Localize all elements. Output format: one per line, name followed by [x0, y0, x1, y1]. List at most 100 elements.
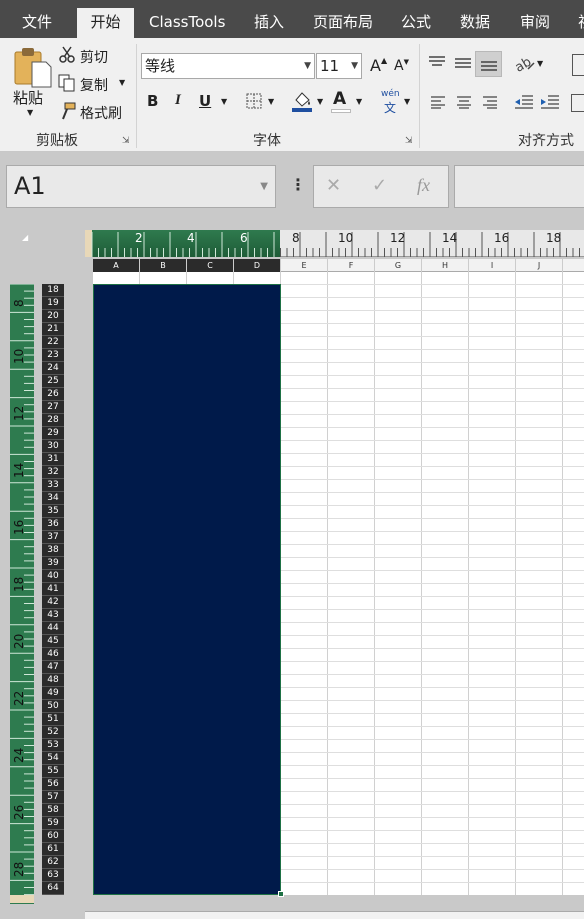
row-header[interactable]: 48 [42, 674, 64, 687]
format-painter-button[interactable]: 格式刷 [80, 103, 122, 123]
select-all-corner-icon[interactable]: ◢ [22, 233, 28, 242]
align-center-icon[interactable] [456, 95, 472, 109]
tab-view[interactable]: 视 [578, 8, 584, 38]
row-header[interactable]: 53 [42, 739, 64, 752]
row-header[interactable]: 43 [42, 609, 64, 622]
row-header[interactable]: 64 [42, 882, 64, 895]
grow-font-button[interactable]: A▲ [370, 56, 387, 75]
column-header[interactable]: E [281, 259, 328, 272]
align-left-icon[interactable] [430, 95, 446, 109]
row-header[interactable]: 21 [42, 323, 64, 336]
column-header[interactable]: G [375, 259, 422, 272]
row-header[interactable]: 44 [42, 622, 64, 635]
insert-function-icon[interactable]: fx [417, 175, 430, 196]
tab-formulas[interactable]: 公式 [401, 8, 431, 38]
row-header[interactable]: 54 [42, 752, 64, 765]
row-header[interactable]: 33 [42, 479, 64, 492]
underline-button[interactable]: U [199, 92, 211, 110]
row-header[interactable]: 50 [42, 700, 64, 713]
row-header[interactable]: 36 [42, 518, 64, 531]
row-header[interactable]: 45 [42, 635, 64, 648]
row-header[interactable]: 55 [42, 765, 64, 778]
column-header[interactable]: B [140, 259, 187, 272]
row-header[interactable]: 27 [42, 401, 64, 414]
cut-button[interactable]: 剪切 [80, 47, 108, 67]
merge-center-icon[interactable] [571, 94, 584, 112]
row-header[interactable]: 47 [42, 661, 64, 674]
row-header[interactable]: 35 [42, 505, 64, 518]
row-header[interactable]: 31 [42, 453, 64, 466]
copy-dropdown-arrow[interactable]: ▼ [119, 78, 125, 87]
row-header[interactable]: 51 [42, 713, 64, 726]
column-header[interactable]: I [469, 259, 516, 272]
row-header[interactable]: 22 [42, 336, 64, 349]
align-right-icon[interactable] [482, 95, 498, 109]
row-header[interactable]: 20 [42, 310, 64, 323]
font-color-dropdown-arrow[interactable]: ▼ [356, 97, 362, 106]
row-header[interactable]: 19 [42, 297, 64, 310]
row-header[interactable]: 49 [42, 687, 64, 700]
row-header[interactable]: 46 [42, 648, 64, 661]
row-header[interactable]: 23 [42, 349, 64, 362]
row-header[interactable]: 56 [42, 778, 64, 791]
paste-icon[interactable] [12, 44, 52, 88]
font-name-select[interactable]: 等线 ▼ [141, 53, 315, 79]
tab-data[interactable]: 数据 [460, 8, 490, 38]
column-header[interactable]: A [93, 259, 140, 272]
borders-icon[interactable] [246, 93, 262, 109]
italic-button[interactable]: I [175, 92, 181, 109]
tab-file[interactable]: 文件 [22, 8, 52, 38]
column-header[interactable]: C [187, 259, 234, 272]
row-header[interactable]: 57 [42, 791, 64, 804]
increase-indent-icon[interactable] [540, 94, 560, 110]
row-header[interactable]: 28 [42, 414, 64, 427]
row-header[interactable]: 42 [42, 596, 64, 609]
decrease-indent-icon[interactable] [514, 94, 534, 110]
enter-icon[interactable]: ✓ [372, 175, 387, 196]
row-header[interactable]: 60 [42, 830, 64, 843]
align-bottom-button[interactable] [475, 51, 502, 77]
align-middle-icon[interactable] [454, 57, 472, 71]
row-header[interactable]: 62 [42, 856, 64, 869]
row-header[interactable]: 18 [42, 284, 64, 297]
phonetic-guide-button[interactable]: wén [381, 89, 400, 99]
bold-button[interactable]: B [147, 92, 158, 110]
row-header[interactable]: 37 [42, 531, 64, 544]
column-header[interactable]: F [328, 259, 375, 272]
formula-input[interactable] [454, 165, 584, 208]
row-header[interactable]: 30 [42, 440, 64, 453]
fill-color-dropdown-arrow[interactable]: ▼ [317, 97, 323, 106]
fill-color-icon[interactable] [291, 90, 315, 112]
row-header[interactable]: 25 [42, 375, 64, 388]
name-box[interactable]: A1 ▼ [6, 165, 276, 208]
row-header[interactable]: 32 [42, 466, 64, 479]
paste-label[interactable]: 粘贴 [13, 87, 43, 108]
row-header[interactable]: 59 [42, 817, 64, 830]
tab-classtools[interactable]: ClassTools [149, 8, 225, 38]
row-header[interactable]: 39 [42, 557, 64, 570]
row-header[interactable]: 52 [42, 726, 64, 739]
paste-dropdown-arrow[interactable]: ▼ [27, 108, 33, 117]
font-launcher-icon[interactable]: ⇲ [405, 136, 413, 146]
fill-handle[interactable] [278, 891, 284, 897]
font-color-button[interactable]: A [333, 89, 346, 109]
copy-button[interactable]: 复制 [80, 75, 108, 95]
row-header[interactable]: 26 [42, 388, 64, 401]
tab-insert[interactable]: 插入 [254, 8, 284, 38]
clipboard-launcher-icon[interactable]: ⇲ [122, 136, 130, 146]
column-header[interactable]: D [234, 259, 281, 272]
align-top-icon[interactable] [428, 55, 446, 69]
row-header[interactable]: 24 [42, 362, 64, 375]
underline-dropdown-arrow[interactable]: ▼ [221, 97, 227, 106]
row-header[interactable]: 58 [42, 804, 64, 817]
more-options-icon[interactable]: ⋮ [290, 175, 306, 194]
row-header[interactable]: 41 [42, 583, 64, 596]
orientation-dropdown-arrow[interactable]: ▼ [537, 59, 543, 68]
cancel-icon[interactable]: ✕ [326, 175, 341, 196]
font-size-select[interactable]: 11 ▼ [316, 53, 362, 79]
borders-dropdown-arrow[interactable]: ▼ [268, 97, 274, 106]
row-header[interactable]: 61 [42, 843, 64, 856]
column-header[interactable]: J [516, 259, 563, 272]
shrink-font-button[interactable]: A▼ [394, 58, 409, 74]
tab-review[interactable]: 审阅 [520, 8, 550, 38]
